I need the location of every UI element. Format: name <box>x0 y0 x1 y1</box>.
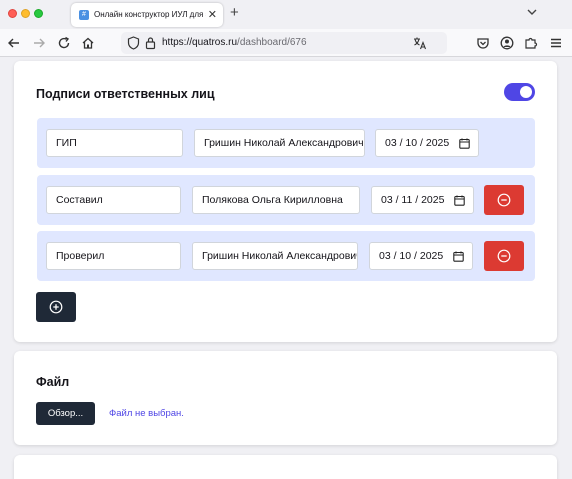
new-tab-icon[interactable]: + <box>230 5 239 21</box>
signature-row: ГИП Гришин Николай Александрович 03 / 10… <box>37 118 535 168</box>
page-content: Подписи ответственных лиц ГИП Гришин Ник… <box>0 58 572 479</box>
url-path: /dashboard/676 <box>237 37 307 48</box>
role-input[interactable]: ГИП <box>46 129 183 157</box>
forward-arrow-icon[interactable] <box>31 35 47 51</box>
url-host: https://quatros.ru <box>162 37 238 48</box>
plus-circle-icon <box>49 300 63 314</box>
signatures-title: Подписи ответственных лиц <box>36 87 215 101</box>
tab-close-icon[interactable]: ✕ <box>208 8 217 22</box>
url-bar[interactable]: https://quatros.ru/dashboard/676 <box>121 32 447 54</box>
back-arrow-icon[interactable] <box>6 35 22 51</box>
window-minimize-button[interactable] <box>21 9 30 18</box>
name-input[interactable]: Полякова Ольга Кирилловна <box>192 186 360 214</box>
role-input[interactable]: Проверил <box>46 242 181 270</box>
browser-tab-active[interactable]: # Онлайн конструктор ИУЛ для эл ✕ <box>71 3 223 27</box>
signatures-card: Подписи ответственных лиц ГИП Гришин Ник… <box>14 61 557 342</box>
calendar-icon[interactable] <box>454 195 465 206</box>
add-signature-button[interactable] <box>36 292 76 322</box>
remove-row-button[interactable] <box>484 241 524 271</box>
pocket-icon[interactable] <box>475 35 491 51</box>
name-input[interactable]: Гришин Николай Александрович <box>192 242 358 270</box>
account-icon[interactable] <box>499 35 515 51</box>
date-value: 03 / 10 / 2025 <box>379 250 444 262</box>
toggle-knob <box>520 86 532 98</box>
tab-title: Онлайн конструктор ИУЛ для эл <box>94 10 206 19</box>
next-card <box>14 455 557 479</box>
extensions-icon[interactable] <box>523 35 539 51</box>
minus-circle-icon <box>497 193 511 207</box>
minus-circle-icon <box>497 249 511 263</box>
home-icon[interactable] <box>80 35 96 51</box>
signature-row: Составил Полякова Ольга Кирилловна 03 / … <box>37 175 535 225</box>
date-input[interactable]: 03 / 11 / 2025 <box>371 186 474 214</box>
file-title: Файл <box>36 375 70 389</box>
date-input[interactable]: 03 / 10 / 2025 <box>369 242 473 270</box>
url-text: https://quatros.ru/dashboard/676 <box>162 37 307 49</box>
favicon-icon: # <box>79 10 89 20</box>
signatures-toggle[interactable] <box>504 83 535 101</box>
chevron-down-icon[interactable] <box>526 6 538 18</box>
browser-navbar: https://quatros.ru/dashboard/676 <box>0 29 572 57</box>
file-card: Файл Обзор... Файл не выбран. <box>14 351 557 445</box>
name-input[interactable]: Гришин Николай Александрович <box>194 129 365 157</box>
calendar-icon[interactable] <box>453 251 464 262</box>
date-value: 03 / 11 / 2025 <box>381 194 445 206</box>
date-value: 03 / 10 / 2025 <box>385 137 450 149</box>
file-status: Файл не выбран. <box>109 408 184 419</box>
window-close-button[interactable] <box>8 9 17 18</box>
lock-icon[interactable] <box>145 36 156 50</box>
translate-icon[interactable] <box>413 36 427 50</box>
reload-icon[interactable] <box>56 35 72 51</box>
shield-icon[interactable] <box>127 36 140 50</box>
browse-button[interactable]: Обзор... <box>36 402 95 425</box>
menu-icon[interactable] <box>548 35 564 51</box>
role-input[interactable]: Составил <box>46 186 181 214</box>
remove-row-button[interactable] <box>484 185 524 215</box>
window-maximize-button[interactable] <box>34 9 43 18</box>
signature-row: Проверил Гришин Николай Александрович 03… <box>37 231 535 281</box>
calendar-icon[interactable] <box>459 138 470 149</box>
browser-titlebar: # Онлайн конструктор ИУЛ для эл ✕ + <box>0 0 572 29</box>
date-input[interactable]: 03 / 10 / 2025 <box>375 129 479 157</box>
